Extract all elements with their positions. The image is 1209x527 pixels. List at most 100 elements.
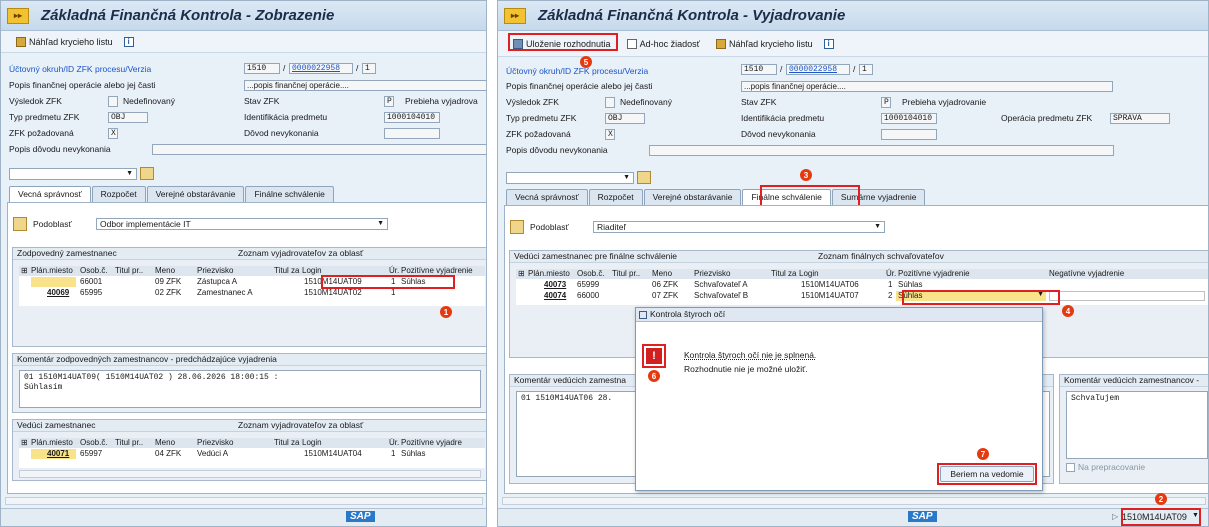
na-prepracovanie-checkbox[interactable] — [1066, 463, 1075, 472]
layout-icon[interactable] — [637, 171, 651, 184]
horizontal-scrollbar[interactable] — [502, 497, 1206, 505]
ident-label: Identifikácia predmetu — [741, 113, 825, 123]
version-field[interactable]: 1 — [362, 63, 376, 74]
na-prepracovanie-label: Na prepracovanie — [1078, 462, 1146, 472]
cover-sheet-preview-button[interactable]: Náhľad krycieho listu — [711, 37, 818, 51]
layout-select[interactable]: ▼ — [506, 172, 634, 184]
table-row[interactable]: 40073 65999 06 ZFK Schvaľovateľ A 1510M1… — [516, 280, 1208, 290]
table-settings-icon[interactable]: ⊞ — [21, 266, 28, 275]
horizontal-scrollbar[interactable] — [5, 497, 483, 505]
popis-dovodu-field[interactable] — [649, 145, 1114, 156]
layout-select[interactable]: ▼ — [9, 168, 137, 180]
info-icon[interactable]: i — [123, 36, 134, 47]
popis-dovodu-label: Popis dôvodu nevykonania — [506, 145, 608, 155]
podoblast-select[interactable]: Odbor implementácie IT ▼ — [96, 218, 388, 230]
dovod-field[interactable] — [384, 128, 440, 139]
typ-field[interactable]: OBJ — [605, 113, 645, 124]
chevron-down-icon: ▼ — [126, 170, 133, 177]
stav-code-field[interactable]: P — [881, 97, 891, 108]
tab-verejne-obstaravanie[interactable]: Verejné obstarávanie — [146, 186, 245, 202]
separator: / — [853, 64, 856, 74]
edit-window: ▸▸ Základná Finančná Kontrola - Vyjadrov… — [497, 0, 1209, 527]
komentar-right-input[interactable]: Schvaľujem — [1066, 391, 1208, 459]
ident-field[interactable]: 1000104010 — [384, 112, 440, 123]
pozadovana-field[interactable]: X — [605, 129, 615, 140]
dialog-message-1: Kontrola štyroch očí nie je splnená. — [684, 350, 817, 360]
operacia-field[interactable]: SPRAVA — [1110, 113, 1170, 124]
table-row[interactable]: 40071 65997 04 ZFK Vedúci A 1510M14UAT04… — [19, 449, 485, 459]
zfk-id-field[interactable]: 0000022958 — [786, 64, 850, 75]
vysledok-value: Nedefinovaný — [123, 96, 175, 106]
window-title: Základná Finančná Kontrola - Zobrazenie — [41, 7, 335, 24]
okruh-field[interactable]: 1510 — [244, 63, 280, 74]
okruh-label: Účtovný okruh/ID ZFK procesu/Verzia — [506, 66, 649, 76]
tab-rozpocet[interactable]: Rozpočet — [91, 186, 146, 202]
dialog-title: Kontrola štyroch očí — [636, 308, 1042, 322]
zfk-id-field[interactable]: 0000022958 — [289, 63, 353, 74]
veduci-final-header: Vedúci zamestnanec pre finálne schváleni… — [510, 251, 1208, 263]
table-settings-icon[interactable]: ⊞ — [21, 438, 28, 447]
veduci-table: ⊞ Plán.miesto Osob.č. Titul pr.. Meno Pr… — [19, 438, 485, 468]
podoblast-label: Podoblasť — [530, 222, 569, 232]
tab-strip: Vecná správnosť Rozpočet Verejné obstará… — [9, 186, 335, 202]
step-badge: 2 — [1155, 493, 1167, 505]
play-icon[interactable]: ▷ — [1112, 512, 1118, 521]
okruh-field[interactable]: 1510 — [741, 64, 777, 75]
pozadovana-field[interactable]: X — [108, 128, 118, 139]
negative-field[interactable] — [1049, 291, 1205, 301]
popis-label: Popis finančnej operácie alebo jej časti — [506, 81, 653, 91]
version-field[interactable]: 1 — [859, 64, 873, 75]
podoblast-select[interactable]: Riaditeľ ▼ — [593, 221, 885, 233]
sap-menu-icon[interactable]: ▸▸ — [7, 7, 29, 24]
separator: / — [356, 63, 359, 73]
highlight-box — [1121, 508, 1201, 526]
tab-rozpocet[interactable]: Rozpočet — [588, 189, 643, 205]
table-row[interactable]: 40074 66000 07 ZFK Schvaľovateľ B 1510M1… — [516, 291, 1208, 301]
table-header: ⊞ Plán.miesto Osob.č. Titul pr.. Meno Pr… — [19, 438, 485, 448]
info-icon[interactable]: i — [823, 38, 834, 49]
ident-field[interactable]: 1000104010 — [881, 113, 937, 124]
stav-code-field[interactable]: P — [384, 96, 394, 107]
dovod-field[interactable] — [881, 129, 937, 140]
pozadovana-label: ZFK požadovaná — [506, 129, 571, 139]
horizontal-scrollbar[interactable] — [19, 470, 481, 478]
cover-sheet-preview-button[interactable]: Náhľad krycieho listu — [11, 35, 118, 49]
status-bar: SAP ▷ 1510M14UAT09 ▼ — [498, 508, 1208, 526]
tab-verejne-obstaravanie[interactable]: Verejné obstarávanie — [643, 189, 742, 205]
stav-value: Prebieha vyjadrovanie — [902, 97, 987, 107]
highlight-box — [937, 463, 1037, 485]
preview-icon — [16, 36, 26, 47]
title-bar: ▸▸ Základná Finančná Kontrola - Vyjadrov… — [498, 1, 1208, 31]
dovod-label: Dôvod nevykonania — [244, 128, 319, 138]
zodpovedny-group: Zodpovedný zamestnanec Zoznam vyjadrovat… — [12, 247, 486, 347]
komentar-right-header: Komentár vedúcich zamestnancov - — [1060, 375, 1208, 387]
vysledok-value: Nedefinovaný — [620, 97, 672, 107]
sap-menu-icon[interactable]: ▸▸ — [504, 7, 526, 24]
tab-vecna-spravnost[interactable]: Vecná správnosť — [506, 189, 588, 205]
step-badge: 1 — [440, 306, 452, 318]
veduci-group: Vedúci zamestnanec Zoznam vyjadrovateľov… — [12, 419, 486, 481]
vysledok-code-field[interactable] — [108, 96, 118, 107]
highlight-box — [760, 185, 860, 207]
chevron-down-icon: ▼ — [377, 220, 384, 227]
ident-label: Identifikácia predmetu — [244, 112, 328, 122]
table-row[interactable]: 40069 65995 02 ZFK Zamestnanec A 1510M14… — [19, 288, 485, 298]
dovod-label: Dôvod nevykonania — [741, 129, 816, 139]
step-badge: 4 — [1062, 305, 1074, 317]
popis-field[interactable]: ...popis finančnej operácie.... — [244, 80, 486, 91]
table-settings-icon[interactable]: ⊞ — [518, 269, 525, 278]
chevron-down-icon: ▼ — [623, 174, 630, 181]
popis-field[interactable]: ...popis finančnej operácie.... — [741, 81, 1113, 92]
layout-icon[interactable] — [140, 167, 154, 180]
typ-field[interactable]: OBJ — [108, 112, 148, 123]
step-badge: 7 — [977, 448, 989, 460]
adhoc-request-button[interactable]: Ad-hoc žiadosť — [622, 37, 705, 51]
tab-finalne-schvalenie[interactable]: Finálne schválenie — [245, 186, 334, 202]
window-icon — [639, 310, 647, 319]
tab-vecna-spravnost[interactable]: Vecná správnosť — [9, 186, 91, 202]
vysledok-code-field[interactable] — [605, 97, 615, 108]
sap-logo: SAP — [908, 511, 937, 522]
stav-label: Stav ZFK — [244, 96, 280, 106]
popis-dovodu-field[interactable] — [152, 144, 486, 155]
highlight-box — [321, 275, 455, 289]
